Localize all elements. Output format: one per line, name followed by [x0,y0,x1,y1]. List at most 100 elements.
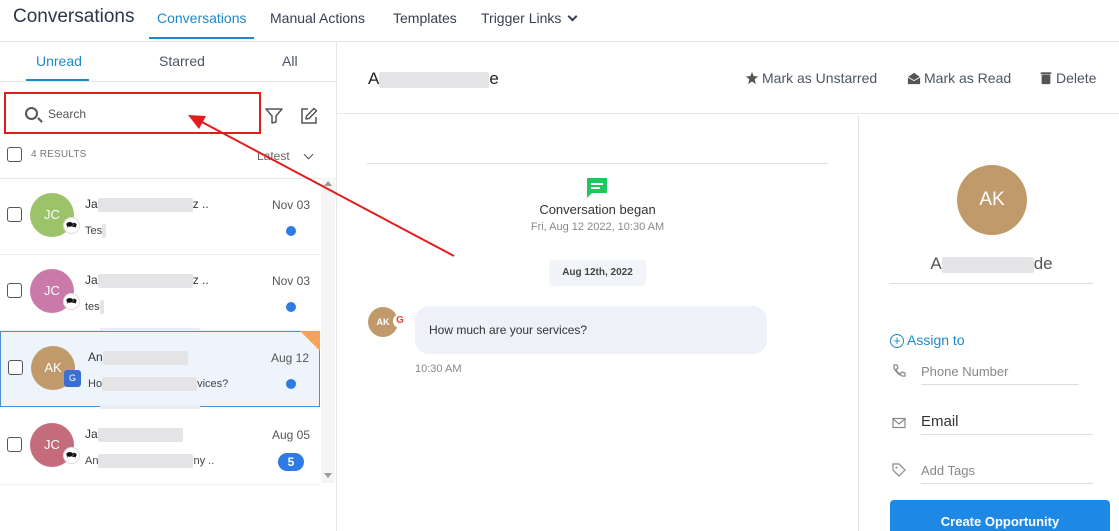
assign-to-label: Assign to [907,332,965,348]
conversation-list-panel: Unread Starred All 4 RESULTS Latest JC 🗪… [0,42,337,531]
active-tab-indicator [26,79,89,81]
plus-circle-icon: + [890,334,904,348]
tab-trigger-links-label: Trigger Links [481,10,562,26]
top-nav: Conversations Conversations Manual Actio… [0,0,1119,42]
preview-end: ny .. [193,454,215,467]
preview-start: tes [85,300,100,313]
name-start: An [88,350,103,364]
subtab-unread[interactable]: Unread [36,53,82,69]
select-all-checkbox[interactable] [7,147,22,162]
mark-unstarred-button[interactable]: Mark as Unstarred [745,70,877,86]
contact-name: An [88,350,188,365]
row-checkbox[interactable] [7,283,22,298]
email-icon [892,417,906,429]
conversation-header: Ae Mark as Unstarred Mark as Read Delete [337,42,1119,114]
google-business-icon: G [64,370,81,387]
subtab-all[interactable]: All [282,53,298,69]
trash-icon [1040,72,1052,85]
row-date: Nov 03 [271,198,310,212]
message-thread: Conversation began Fri, Aug 12 2022, 10:… [337,115,858,531]
unread-dot [286,226,296,236]
tab-conversations[interactable]: Conversations [149,10,254,39]
email-field[interactable] [921,409,1093,435]
search-box [4,92,261,134]
message-preview: Tes [85,224,107,238]
redacted [102,224,107,238]
conversation-list: JC 🗪 Ja z .. Tes Nov 03 JC 🗪 Ja z .. tes N… [0,178,336,485]
tag-icon [892,463,906,477]
list-item[interactable]: JC 🗪 Ja z .. tes Nov 03 [0,255,320,331]
conversation-contact-name: Ae [368,69,499,89]
name-end: z .. [192,273,209,287]
tab-manual-actions[interactable]: Manual Actions [270,10,365,39]
redacted [102,350,188,365]
tab-trigger-links[interactable]: Trigger Links [481,10,578,39]
chevron-down-icon [567,11,578,22]
list-item[interactable]: JC 🗪 Ja z .. Tes Nov 03 [0,179,320,255]
row-date: Nov 03 [271,274,310,288]
name-end: e [489,69,499,88]
unread-count-badge: 5 [278,453,304,471]
search-icon [25,107,38,120]
conversation-began-time: Fri, Aug 12 2022, 10:30 AM [530,221,665,233]
preview-start: Tes [85,224,103,237]
redacted [98,454,194,468]
app-title: Conversations [13,6,135,27]
chat-icon: 🗪 [63,293,80,310]
sort-dropdown[interactable]: Latest [257,149,290,163]
row-checkbox[interactable] [7,437,22,452]
list-item[interactable]: AK G An Ho vices? Aug 12 [0,331,320,407]
list-item[interactable]: JC 🗪 Ja An ny .. Aug 05 5 [0,409,320,485]
delete-button[interactable]: Delete [1039,70,1096,86]
row-date: Aug 05 [271,428,310,442]
name-start: Ja [85,427,98,441]
mark-unstarred-label: Mark as Unstarred [762,70,878,86]
name-start: Ja [85,273,98,287]
subtab-starred[interactable]: Starred [159,53,205,69]
unread-dot [286,302,296,312]
row-checkbox[interactable] [7,207,22,222]
search-input[interactable] [48,104,248,124]
message-preview: tes [85,300,104,314]
contact-name: Ja z .. [85,197,209,212]
conversation-began-title: Conversation began [539,202,656,217]
chat-icon: 🗪 [63,217,80,234]
name-start: A [368,69,380,88]
compose-icon[interactable] [300,107,318,125]
subtabs: Unread Starred All [0,42,336,82]
message-preview: Ho vices? [88,377,228,391]
chevron-down-icon[interactable] [303,149,314,160]
redacted [379,71,490,88]
row-checkbox[interactable] [8,360,23,375]
phone-number-field[interactable] [921,359,1079,385]
delete-label: Delete [1056,70,1097,86]
results-count: 4 RESULTS [31,149,87,160]
redacted [102,377,198,391]
preview-end: vices? [197,377,229,390]
google-icon: G [393,314,407,328]
chat-started-icon [587,178,607,198]
scroll-down-icon[interactable] [324,473,332,478]
name-end: z .. [192,197,209,211]
tab-templates[interactable]: Templates [393,10,457,39]
assign-to-link[interactable]: + Assign to [890,332,965,348]
contact-name: Ja [85,427,183,442]
add-tags-field[interactable] [921,458,1093,484]
filter-icon[interactable] [265,108,283,124]
contact-name: Ade [890,254,1093,284]
redacted [97,273,193,288]
scroll-up-icon[interactable] [324,181,332,186]
mark-read-button[interactable]: Mark as Read [907,70,1011,86]
message-time: 10:30 AM [415,363,462,375]
create-opportunity-button[interactable]: Create Opportunity [890,500,1110,531]
redacted [941,256,1034,273]
contact-name: Ja z .. [85,273,209,288]
scrollbar[interactable] [321,178,335,483]
mark-read-label: Mark as Read [924,70,1012,86]
name-end: de [1033,254,1053,273]
chat-icon: 🗪 [63,447,80,464]
divider [367,163,828,164]
message-preview: An ny .. [85,454,214,468]
redacted [99,300,104,314]
star-icon [745,71,759,85]
